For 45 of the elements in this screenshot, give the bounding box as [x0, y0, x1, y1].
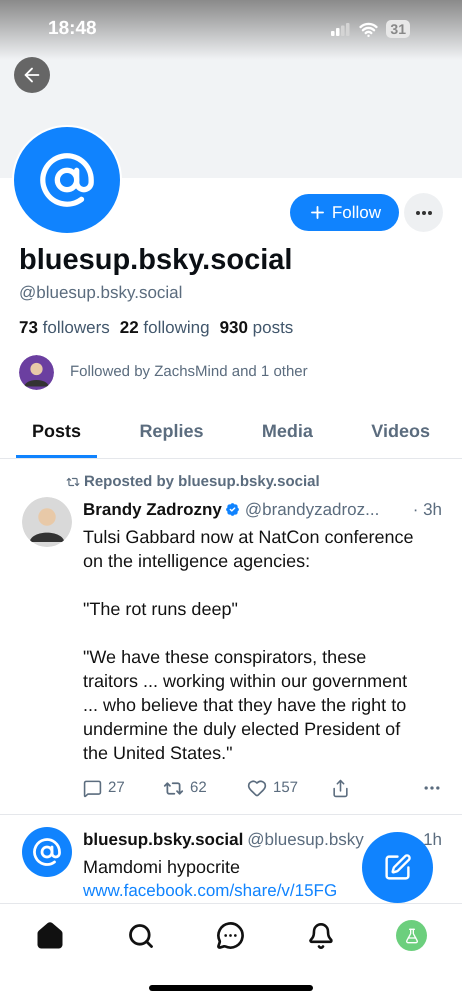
author-name[interactable]: bluesup.bsky.social [83, 826, 244, 852]
more-button[interactable] [404, 193, 443, 232]
back-button[interactable] [14, 57, 50, 93]
compose-icon [383, 853, 412, 882]
profile-tab[interactable]: Posts [16, 418, 98, 458]
profile-tab[interactable]: Videos [355, 418, 446, 458]
profile-stat[interactable]: 22 following [120, 314, 210, 340]
notifications-icon[interactable] [306, 922, 334, 950]
post-time: 1h [423, 828, 442, 850]
reply-count: 27 [108, 778, 125, 798]
chat-icon[interactable] [216, 921, 245, 950]
like-count: 157 [273, 778, 298, 798]
follow-button[interactable]: Follow [290, 194, 399, 231]
post-time: · 3h [412, 498, 442, 520]
at-sign-icon [38, 151, 96, 209]
profile-tab[interactable]: Replies [123, 418, 220, 458]
post-text: "We have these conspirators, these traitors ... working within our government ... who believe that they have the right to undermine the duly elected President of the United States." [83, 646, 408, 765]
author-name[interactable]: Brandy Zadrozny [83, 496, 222, 522]
post-link[interactable]: www.facebook.com/share/v/15FG [83, 879, 338, 903]
battery-indicator: 31 [386, 20, 410, 38]
post-text: Tulsi Gabbard now at NatCon conference on the intelligence agencies: [83, 526, 415, 573]
like-icon[interactable] [247, 778, 267, 798]
avatar-icon [19, 355, 54, 390]
reply-icon[interactable] [83, 778, 102, 798]
profile-stat[interactable]: 930 posts [220, 314, 294, 340]
author-handle: @bluesup.bsky [247, 828, 364, 850]
followed-by-text[interactable]: Followed by ZachsMind and 1 other [70, 361, 308, 384]
search-icon[interactable] [126, 922, 154, 950]
post-text: Mamdomi hypocrite [83, 856, 240, 879]
profile-tab[interactable]: Media [246, 418, 329, 458]
signal-icon [331, 22, 352, 36]
post-text: "The rot runs deep" [83, 598, 238, 621]
repost-count: 62 [190, 778, 207, 798]
status-time: 18:48 [48, 16, 97, 41]
display-name: bluesup.bsky.social [19, 243, 294, 278]
profile-handle: @bluesup.bsky.social [19, 282, 184, 304]
avatar-icon [22, 496, 72, 546]
repost-label: Reposted by bluesup.bsky.social [84, 472, 320, 492]
home-icon[interactable] [35, 920, 65, 950]
flask-icon [404, 928, 420, 944]
at-sign-icon [32, 836, 62, 866]
author-handle: @brandyzadroz... [244, 498, 380, 520]
more-icon [416, 210, 432, 214]
share-icon[interactable] [331, 778, 350, 798]
profile-stat[interactable]: 73 followers [19, 314, 110, 340]
